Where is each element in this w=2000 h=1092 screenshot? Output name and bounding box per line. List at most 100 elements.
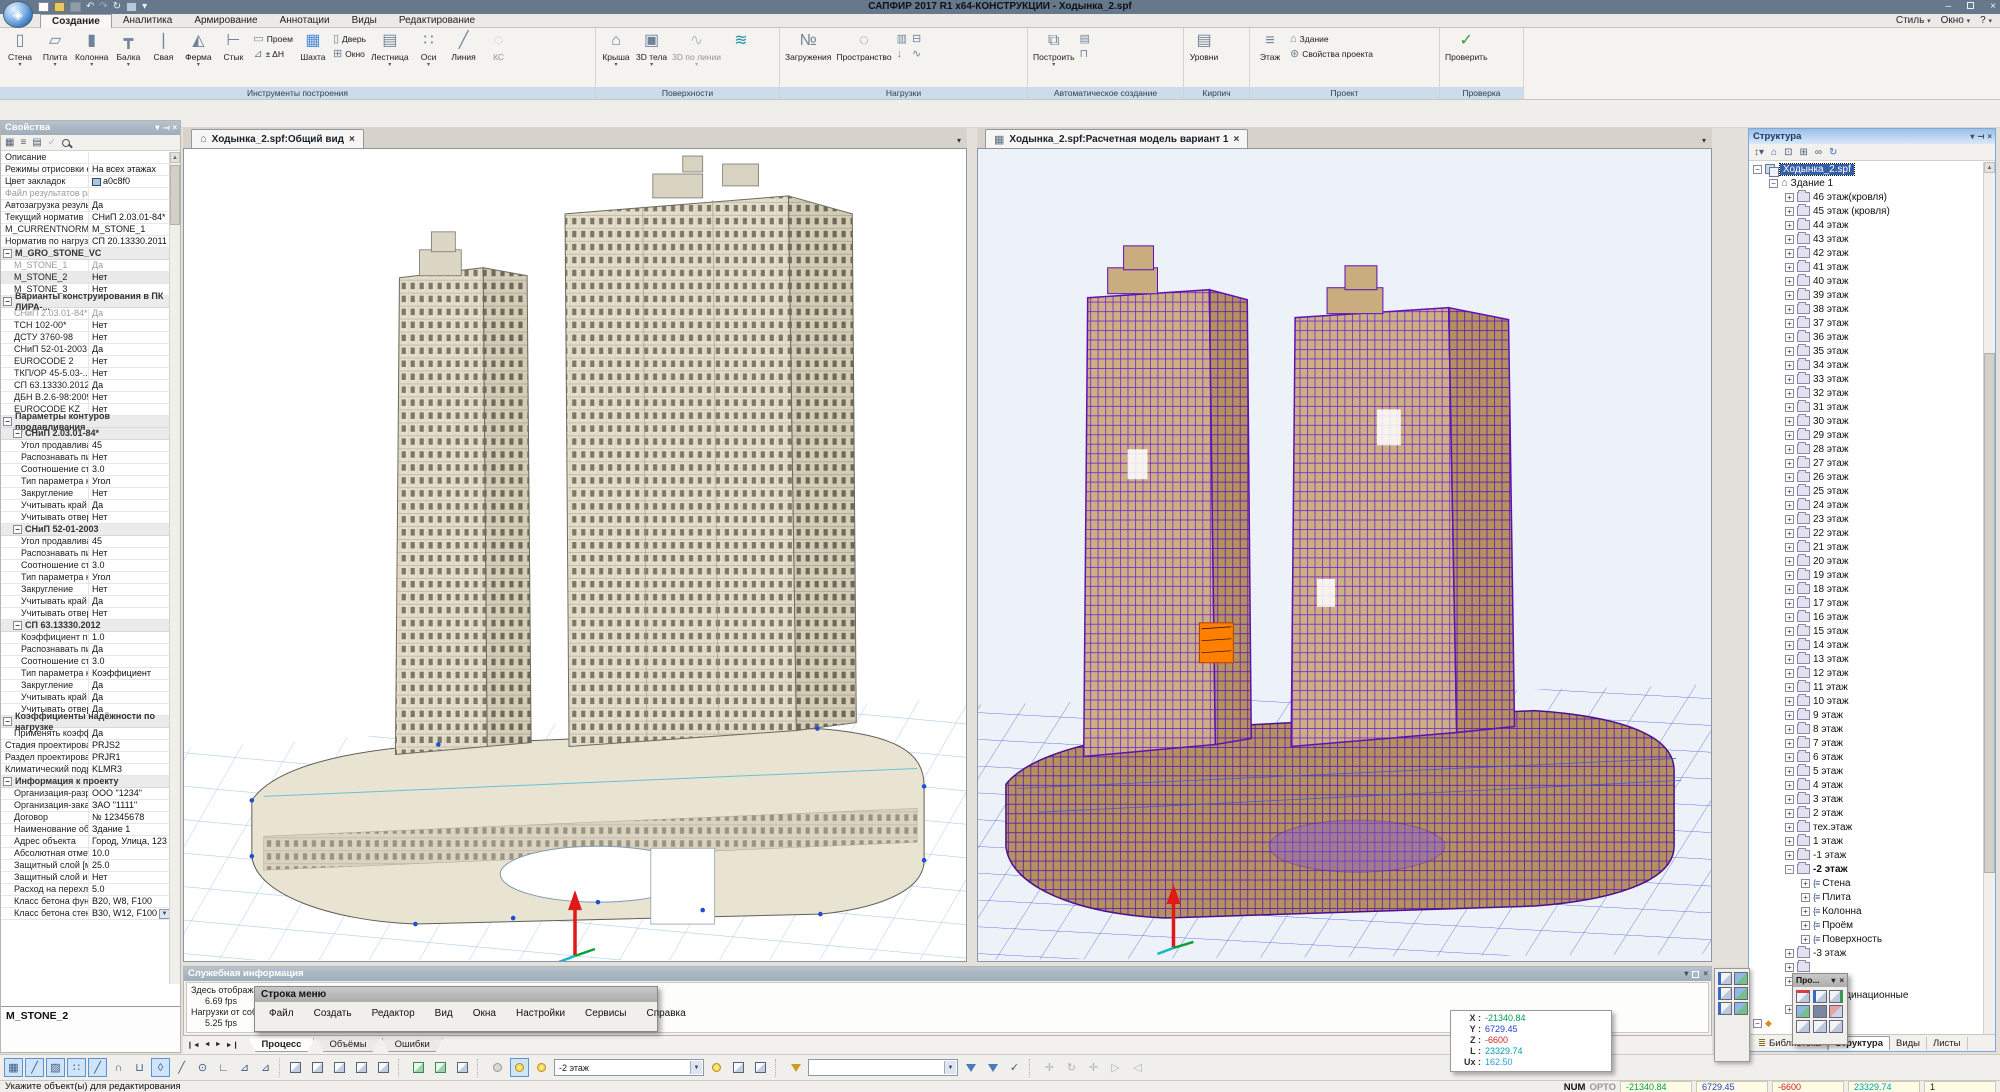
draw-line-tool[interactable]: ╱ (172, 1058, 191, 1077)
collapse-icon[interactable]: − (3, 777, 12, 786)
property-value[interactable]: 1.0 (89, 632, 170, 643)
tree-item-11 этаж[interactable]: +11 этаж (1749, 680, 1983, 694)
expander-icon[interactable]: + (1785, 473, 1794, 482)
expander-icon[interactable]: + (1785, 781, 1794, 790)
tree-item[interactable]: + (1749, 960, 1983, 974)
pin-icon[interactable]: T (1973, 134, 1988, 139)
solids-tool-button[interactable]: ▣3D тела▾ (634, 30, 669, 69)
ribbon-tab-Армирование[interactable]: Армирование (183, 14, 268, 28)
expander-icon[interactable]: + (1785, 333, 1794, 342)
refresh-icon[interactable]: ↻ (1829, 147, 1837, 158)
property-value[interactable]: Да (89, 680, 170, 691)
expander-icon[interactable]: + (1785, 417, 1794, 426)
property-row[interactable]: Тип параметра ко...Угол (1, 572, 170, 584)
expander-icon[interactable]: + (1785, 249, 1794, 258)
property-row[interactable]: Учитывать отверс...Нет (1, 512, 170, 524)
expander-icon[interactable]: + (1785, 697, 1794, 706)
property-row[interactable]: M_STONE_1Да (1, 260, 170, 272)
apply-check-icon[interactable]: ✓ (1005, 1058, 1024, 1077)
property-value[interactable]: На всех этажах (89, 164, 170, 175)
property-row[interactable]: Раздел проектированияPRJR1 (1, 752, 170, 764)
auto-crane-tool-button[interactable]: ⊓ (1080, 48, 1090, 60)
tree-item-3 этаж[interactable]: +3 этаж (1749, 792, 1983, 806)
truss-tool-button[interactable]: ◭Ферма▾ (181, 30, 215, 69)
property-row[interactable]: Распознавать пилонДа (1, 644, 170, 656)
tree-item-1 этаж[interactable]: +1 этаж (1749, 834, 1983, 848)
tree-item-13 этаж[interactable]: +13 этаж (1749, 652, 1983, 666)
tree-item-25 этаж[interactable]: +25 этаж (1749, 484, 1983, 498)
expander-icon[interactable]: + (1785, 599, 1794, 608)
expander-icon[interactable]: + (1801, 921, 1810, 930)
property-row[interactable]: Распознавать пилонНет (1, 548, 170, 560)
property-row[interactable]: Распознавать пилонНет (1, 452, 170, 464)
property-value[interactable]: Нет (89, 872, 170, 883)
draw-circle-tool[interactable]: ⊙ (193, 1058, 212, 1077)
grid-snap-toggle[interactable]: ▦ (4, 1058, 23, 1077)
property-value[interactable]: Да (89, 380, 170, 391)
tree-item-23 этаж[interactable]: +23 этаж (1749, 512, 1983, 526)
property-value[interactable]: Да (89, 644, 170, 655)
property-value[interactable]: Нет (89, 392, 170, 403)
expander-icon[interactable]: + (1785, 389, 1794, 398)
expander-icon[interactable]: + (1785, 529, 1794, 538)
storey-tool-button[interactable]: ≡Этаж (1253, 30, 1287, 62)
filter-edit-icon[interactable] (983, 1058, 1002, 1077)
tree-item-33 этаж[interactable]: +33 этаж (1749, 372, 1983, 386)
tree-item-2 этаж[interactable]: +2 этаж (1749, 806, 1983, 820)
property-row[interactable]: Организация-заказчикЗАО "1111" (1, 800, 170, 812)
tree-item-35 этаж[interactable]: +35 этаж (1749, 344, 1983, 358)
lamp-on-icon[interactable] (510, 1058, 529, 1077)
delta-h-tool-button[interactable]: ⊿± ΔН (253, 48, 293, 60)
menu-item-Окна[interactable]: Окна (463, 1006, 506, 1021)
property-row[interactable]: Текущий нормативСНиП 2.03.01-84* (1, 212, 170, 224)
menu-Окно[interactable]: Окно (1941, 14, 1971, 29)
property-value[interactable]: 25.0 (89, 860, 170, 871)
property-value[interactable]: 3.0 (89, 656, 170, 667)
expander-icon[interactable]: + (1785, 235, 1794, 244)
view-style-settings-icon[interactable] (374, 1058, 393, 1077)
sort-icon[interactable]: ↕▾ (1754, 147, 1764, 158)
property-row[interactable]: Класс бетона стен по...B30, W12, F100▼ (1, 908, 170, 920)
expander-icon[interactable]: + (1785, 725, 1794, 734)
tree-item-36 этаж[interactable]: +36 этаж (1749, 330, 1983, 344)
expander-icon[interactable]: + (1785, 319, 1794, 328)
perpendicular-tool[interactable]: ∟ (214, 1058, 233, 1077)
tree-item-17 этаж[interactable]: +17 этаж (1749, 596, 1983, 610)
lamp-off-icon[interactable] (488, 1058, 507, 1077)
tree-item-4 этаж[interactable]: +4 этаж (1749, 778, 1983, 792)
menu-item-Настройки[interactable]: Настройки (506, 1006, 575, 1021)
property-category-row[interactable]: −Варианты конструирования в ПК ЛИРА-... (1, 296, 170, 308)
copy-move-icon[interactable]: ✛ (1084, 1058, 1103, 1077)
tree-item-24 этаж[interactable]: +24 этаж (1749, 498, 1983, 512)
opening-tool-button[interactable]: ▭Проем (253, 33, 293, 45)
expander-icon[interactable]: + (1785, 613, 1794, 622)
expander-icon[interactable]: + (1785, 739, 1794, 748)
property-value[interactable]: PRJR1 (89, 752, 170, 763)
collapse-icon[interactable]: − (3, 249, 12, 258)
property-row[interactable]: Угол продавливан...45 (1, 440, 170, 452)
mirror-icon[interactable]: ▷ (1106, 1058, 1125, 1077)
tree-item-Плита[interactable]: +Плита (1749, 890, 1983, 904)
chevron-down-icon[interactable]: ▼ (690, 1061, 702, 1074)
tab-nav-arrows[interactable]: ❙◄◄►►❙ (187, 1041, 238, 1049)
property-value[interactable]: Город, Улица, 123 (89, 836, 170, 847)
building-tool-button[interactable]: ⌂Здание (1290, 33, 1373, 45)
property-row[interactable]: Соотношение стор...3.0 (1, 464, 170, 476)
expander-icon[interactable]: + (1785, 809, 1794, 818)
collapse-icon[interactable]: − (3, 297, 12, 306)
apply-icon[interactable]: ✓ (48, 136, 56, 150)
tree-item-8 этаж[interactable]: +8 этаж (1749, 722, 1983, 736)
collapse-icon[interactable]: − (13, 525, 22, 534)
group-custom-icon[interactable]: ▤ (32, 136, 41, 150)
property-value[interactable]: B20, W8, F100 (89, 896, 170, 907)
isolate-floor-icon[interactable] (729, 1058, 748, 1077)
property-value[interactable]: ЗАО "1111" (89, 800, 170, 811)
expander-icon[interactable]: + (1785, 557, 1794, 566)
search-icon[interactable] (62, 139, 70, 147)
close-icon[interactable] (1703, 967, 1708, 981)
3d-canvas-architectural[interactable] (183, 148, 967, 962)
expander-icon[interactable]: + (1785, 291, 1794, 300)
load-space-tool-button[interactable]: ◌Пространство (834, 30, 893, 62)
property-value[interactable]: Да (89, 692, 170, 703)
door-tool-button[interactable]: ▯Дверь (333, 33, 366, 45)
